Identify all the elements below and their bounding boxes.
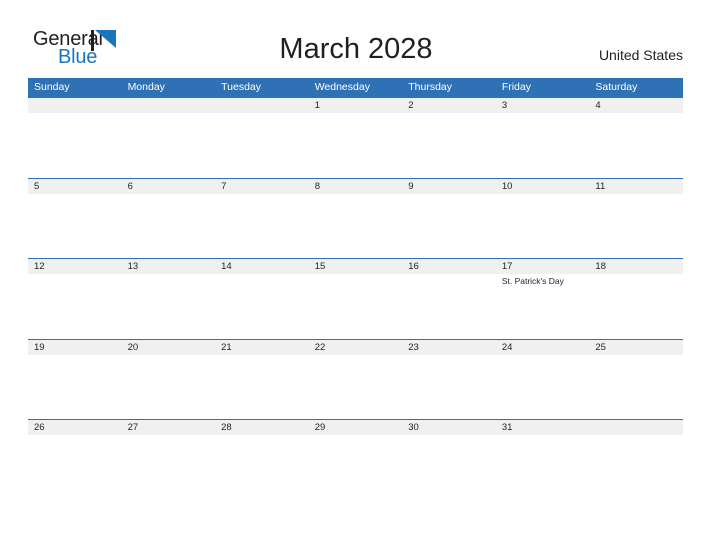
day-event (215, 113, 309, 177)
day-number[interactable]: 31 (496, 420, 590, 435)
day-number[interactable]: 8 (309, 179, 403, 194)
day-event (122, 355, 216, 419)
day-event (589, 194, 683, 258)
day-number[interactable]: 9 (402, 179, 496, 194)
day-number[interactable]: 26 (28, 420, 122, 435)
weekday-header-sunday: Sunday (34, 81, 70, 93)
day-event (402, 194, 496, 258)
weekday-header-friday: Friday (501, 81, 531, 93)
week-row: 12 13 14 15 16 17 18 St. Patrick's Day (28, 258, 683, 339)
day-number[interactable]: 11 (589, 179, 683, 194)
day-event (215, 274, 309, 338)
day-event (496, 435, 590, 499)
day-event (28, 274, 122, 338)
day-number[interactable]: 13 (122, 259, 216, 274)
day-number[interactable]: 2 (402, 98, 496, 113)
day-number[interactable] (215, 98, 309, 113)
day-event (589, 274, 683, 338)
day-number[interactable]: 18 (589, 259, 683, 274)
day-event (589, 435, 683, 499)
day-number[interactable]: 14 (215, 259, 309, 274)
day-event (215, 435, 309, 499)
day-number[interactable]: 23 (402, 340, 496, 355)
weekday-header-row: Sunday Monday Tuesday Wednesday Thursday… (28, 78, 683, 97)
day-event (28, 194, 122, 258)
day-number[interactable]: 21 (215, 340, 309, 355)
week-date-band: 5 6 7 8 9 10 11 (28, 178, 683, 194)
day-event (122, 435, 216, 499)
day-event (589, 113, 683, 177)
week-event-band: St. Patrick's Day (28, 274, 683, 338)
day-event (402, 435, 496, 499)
week-row: 1 2 3 4 (28, 97, 683, 178)
day-event (402, 113, 496, 177)
day-event (122, 274, 216, 338)
day-event (215, 355, 309, 419)
day-event (402, 355, 496, 419)
day-number[interactable]: 6 (122, 179, 216, 194)
day-number[interactable]: 5 (28, 179, 122, 194)
day-event (402, 274, 496, 338)
day-number[interactable]: 29 (309, 420, 403, 435)
day-event (28, 435, 122, 499)
weekday-header-tuesday: Tuesday (221, 81, 262, 93)
day-number[interactable]: 16 (402, 259, 496, 274)
day-number[interactable]: 24 (496, 340, 590, 355)
day-number[interactable]: 12 (28, 259, 122, 274)
day-event (309, 355, 403, 419)
week-date-band: 12 13 14 15 16 17 18 (28, 259, 683, 274)
day-event (309, 274, 403, 338)
day-number[interactable]: 25 (589, 340, 683, 355)
day-event (122, 194, 216, 258)
page-header: General Blue March 2028 United States (0, 0, 712, 76)
day-number[interactable]: 4 (589, 98, 683, 113)
week-event-band (28, 113, 683, 177)
week-event-band (28, 194, 683, 258)
day-number[interactable]: 15 (309, 259, 403, 274)
day-event (309, 113, 403, 177)
week-date-band: 1 2 3 4 (28, 98, 683, 113)
week-date-band: 26 27 28 29 30 31 (28, 420, 683, 435)
day-event (28, 355, 122, 419)
day-event (215, 194, 309, 258)
day-event (28, 113, 122, 177)
week-row: 5 6 7 8 9 10 11 (28, 177, 683, 259)
day-number[interactable]: 27 (122, 420, 216, 435)
day-event (309, 194, 403, 258)
weekday-header-thursday: Thursday (408, 81, 453, 93)
weekday-header-monday: Monday (127, 81, 165, 93)
week-event-band (28, 355, 683, 419)
day-event (496, 355, 590, 419)
calendar-grid: Sunday Monday Tuesday Wednesday Thursday… (28, 78, 683, 500)
day-number[interactable] (122, 98, 216, 113)
day-event (496, 113, 590, 177)
weekday-header-saturday: Saturday (595, 81, 638, 93)
day-event (122, 113, 216, 177)
day-number[interactable] (28, 98, 122, 113)
day-number[interactable]: 30 (402, 420, 496, 435)
day-number[interactable]: 22 (309, 340, 403, 355)
day-number[interactable]: 28 (215, 420, 309, 435)
day-number[interactable]: 10 (496, 179, 590, 194)
week-date-band: 19 20 21 22 23 24 25 (28, 339, 683, 355)
weekday-header-wednesday: Wednesday (314, 81, 370, 93)
day-event: St. Patrick's Day (501, 276, 564, 286)
day-number[interactable]: 3 (496, 98, 590, 113)
day-number[interactable]: 19 (28, 340, 122, 355)
day-number[interactable]: 20 (122, 340, 216, 355)
region-label: United States (598, 47, 683, 63)
day-event (589, 355, 683, 419)
day-number[interactable]: 7 (215, 179, 309, 194)
week-row: 19 20 21 22 23 24 25 (28, 338, 683, 420)
day-number[interactable] (589, 420, 683, 435)
day-number[interactable]: 1 (309, 98, 403, 113)
week-event-band (28, 435, 683, 499)
week-row: 26 27 28 29 30 31 (28, 419, 683, 500)
day-event (309, 435, 403, 499)
calendar-page: General Blue March 2028 United States Su… (0, 0, 712, 550)
day-number[interactable]: 17 (496, 259, 590, 274)
day-event (496, 194, 590, 258)
